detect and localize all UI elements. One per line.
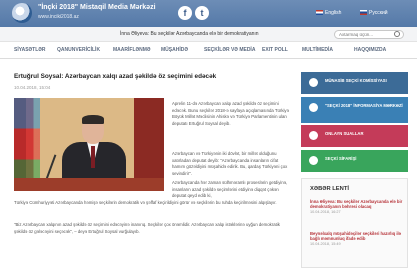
nav-item-siyasetler[interactable]: SİYASƏTLƏR xyxy=(14,47,46,53)
twitter-icon[interactable]: t xyxy=(195,6,209,20)
sidebar-item-election-commission[interactable]: MÜNASİB SEÇKİ KOMİSSİYASI xyxy=(301,72,408,94)
desk xyxy=(14,178,164,191)
nav-item-maariflenme[interactable]: MAARİFLƏNMƏ xyxy=(113,47,151,53)
article-paragraph: Aprelin 11-də Azərbaycan xalqı azad şəki… xyxy=(172,101,289,126)
news-item[interactable]: İnna Əliyeva: Bu seçkilər Azərbaycanda e… xyxy=(310,199,404,214)
gear-icon xyxy=(309,78,318,87)
article-paragraph: "Biz Azərbaycan xalqının azad şəkildə öz… xyxy=(14,222,280,234)
logo-icon[interactable] xyxy=(12,3,32,23)
search-icon[interactable] xyxy=(394,31,400,37)
ticker-headline[interactable]: İnna Əliyeva: Bu seçkilər Azərbaycanda e… xyxy=(120,31,259,37)
sidebar-item-election-order[interactable]: SEÇKİ SİFARİŞİ xyxy=(301,150,408,172)
site-url: www.inciki2018.az xyxy=(38,14,79,20)
news-item-time: 10.04.2018, 16:27 xyxy=(310,210,341,215)
sidebar-item-label: "SEÇKİ 2018" İNFORMASİYA MƏRKƏZİ xyxy=(325,103,403,108)
nav-item-seckiler-ve-media[interactable]: SEÇKİLƏR VƏ MEDİA xyxy=(204,47,255,53)
news-item-time: 10.04.2018, 15:49 xyxy=(310,242,341,247)
info-icon xyxy=(309,103,318,112)
language-english-label: English xyxy=(325,10,342,16)
language-english-link[interactable]: English xyxy=(316,10,341,16)
language-russian-link[interactable]: Русский xyxy=(360,10,388,16)
site-header: "İnçki 2018" Mistaqil Media Mərkəzi www.… xyxy=(0,0,417,27)
article-photo xyxy=(14,98,164,191)
article-date: 10.04.2018, 15:04 xyxy=(14,85,51,90)
russia-flag-icon xyxy=(360,10,367,16)
nav-item-multimedia[interactable]: MULTİMEDİA xyxy=(302,47,333,53)
nav-item-haqqimizda[interactable]: HAQQIMIZDA xyxy=(354,47,386,53)
sidebar-item-online-questions[interactable]: ONLAYN SUALLAR xyxy=(301,125,408,147)
article-paragraph: Türkiyə Cümhuriyyəti Azərbaycanda həmişə… xyxy=(14,200,277,205)
uk-flag-icon xyxy=(316,10,323,16)
microphone xyxy=(45,154,57,180)
article-title: Ertuğrul Soysal: Azərbaycan xalqı azad ş… xyxy=(14,73,217,80)
article-paragraph: Azərbaycanda hər zaman sülhməramlı prose… xyxy=(172,180,288,199)
language-russian-label: Русский xyxy=(369,10,388,16)
site-title[interactable]: "İnçki 2018" Mistaqil Media Mərkəzi xyxy=(38,4,156,11)
document-icon xyxy=(309,156,318,165)
news-ticker: İnna Əliyeva: Bu seçkilər Azərbaycanda e… xyxy=(0,27,417,42)
nav-item-musahide[interactable]: MÜŞAHİDƏ xyxy=(161,47,188,53)
sidebar-item-info-center[interactable]: "SEÇKİ 2018" İNFORMASİYA MƏRKƏZİ xyxy=(301,97,408,123)
facebook-icon[interactable]: f xyxy=(178,6,192,20)
nav-item-qanunvericilik[interactable]: QANUNVERİCİLİK xyxy=(57,47,100,53)
main-navigation: SİYASƏTLƏR QANUNVERİCİLİK MAARİFLƏNMƏ MÜ… xyxy=(0,42,417,59)
news-item-title[interactable]: Beynəlxalq müşahidəçilər seçkiləri hazır… xyxy=(310,231,404,241)
news-feed-heading: XƏBƏR LENTİ xyxy=(310,186,350,192)
news-feed: XƏBƏR LENTİ İnna Əliyeva: Bu seçkilər Az… xyxy=(301,178,408,268)
chat-icon xyxy=(309,131,318,140)
news-item-title[interactable]: İnna Əliyeva: Bu seçkilər Azərbaycanda e… xyxy=(310,199,404,209)
sidebar-item-label: SEÇKİ SİFARİŞİ xyxy=(325,156,357,161)
nav-item-exit-poll[interactable]: EXIT POLL xyxy=(262,47,288,53)
sidebar-item-label: ONLAYN SUALLAR xyxy=(325,131,364,136)
news-item[interactable]: Beynəlxalq müşahidəçilər seçkiləri hazır… xyxy=(310,231,404,246)
article-paragraph: Azərbaycan və Türkiyənin iki dövlət, bir… xyxy=(172,151,288,176)
sidebar-item-label: MÜNASİB SEÇKİ KOMİSSİYASI xyxy=(325,78,387,83)
